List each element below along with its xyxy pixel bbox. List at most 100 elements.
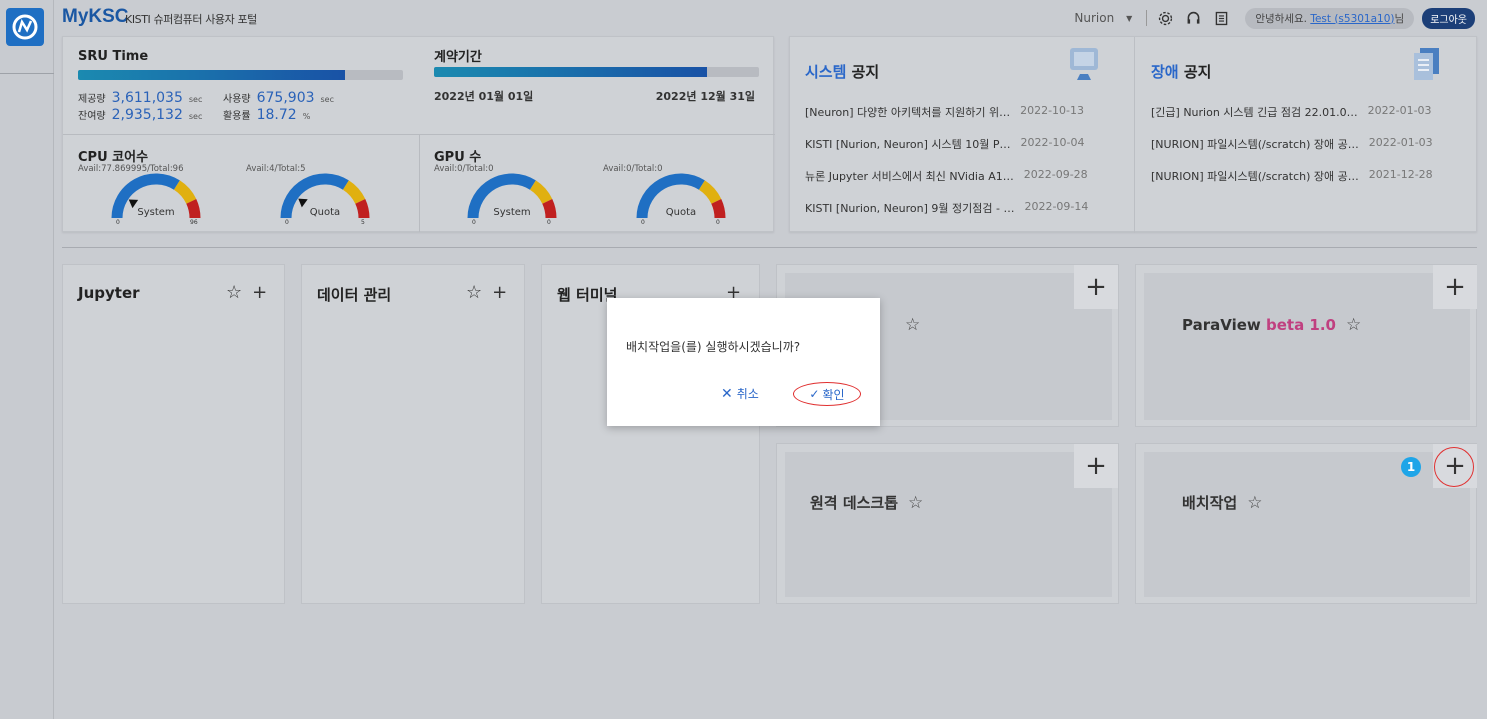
cpu-title: CPU 코어수 <box>78 150 149 165</box>
remote-desktop-inner: 원격 데스크톱 ☆ <box>785 452 1112 597</box>
gear-icon[interactable] <box>1155 8 1175 28</box>
user-greeting: 안녕하세요. Test (s5301a10)님 <box>1245 7 1415 29</box>
chevron-down-icon: ▼ <box>1126 13 1133 23</box>
gpu-title: GPU 수 <box>434 150 482 165</box>
remote-desktop-name: 원격 데스크톱 <box>810 494 899 512</box>
cpu-quota-min: 0 <box>285 219 289 226</box>
notice-item[interactable]: [Neuron] 다양한 아키텍처를 지원하기 위… 2022-10-13 <box>805 104 1125 120</box>
star-icon[interactable]: ☆ <box>466 282 482 303</box>
notice-item[interactable]: [NURION] 파일시스템(/scratch) 장애 공… 2021-12-28 <box>1151 168 1473 184</box>
batch-job-card[interactable]: 배치작업 ☆ + <box>1135 443 1477 604</box>
cancel-button[interactable]: ✕ 취소 <box>721 385 759 402</box>
headset-icon[interactable] <box>1183 8 1203 28</box>
star-icon[interactable]: ☆ <box>226 282 242 303</box>
contract-end: 2022년 12월 31일 <box>655 90 755 103</box>
left-rail <box>0 0 54 719</box>
notice-item-date: 2022-01-03 <box>1368 136 1433 149</box>
system-select-value: Nurion <box>1074 11 1115 25</box>
usage-rate-unit: % <box>302 112 311 121</box>
used-value: 675,903 <box>256 90 315 106</box>
jupyter-title: Jupyter <box>78 284 140 302</box>
paraview-beta-badge: beta 1.0 <box>1265 316 1336 334</box>
notice-item-title: [NURION] 파일시스템(/scratch) 장애 공… <box>1151 138 1359 151</box>
system-notice-title-highlight: 시스템 <box>805 63 847 81</box>
star-icon[interactable]: ☆ <box>1346 315 1361 335</box>
cpu-system-label: System <box>137 207 175 218</box>
notice-divider <box>1134 37 1135 233</box>
provided-unit: sec <box>188 95 203 104</box>
close-icon: ✕ <box>721 385 733 402</box>
notice-item[interactable]: 뉴론 Jupyter 서비스에서 최신 NVidia A1… 2022-09-28 <box>805 168 1125 184</box>
confirm-button[interactable]: ✓ 확인 <box>793 382 861 406</box>
gpu-quota-max: 0 <box>716 219 720 226</box>
gpu-system-max: 0 <box>547 219 551 226</box>
data-management-actions: ☆ + <box>466 282 507 303</box>
system-notice-title[interactable]: 시스템 공지 <box>805 61 879 82</box>
notice-item[interactable]: KISTI [Nurion, Neuron] 9월 정기점검 - … 2022-0… <box>805 200 1125 216</box>
notice-item-title: [NURION] 파일시스템(/scratch) 장애 공… <box>1151 170 1359 183</box>
system-notice-title-rest: 공지 <box>846 63 880 81</box>
remote-desktop-card[interactable]: 원격 데스크톱 ☆ + <box>776 443 1119 604</box>
plus-icon[interactable]: + <box>1074 265 1118 309</box>
notice-item[interactable]: [NURION] 파일시스템(/scratch) 장애 공… 2022-01-03 <box>1151 136 1473 152</box>
notice-item-date: 2022-01-03 <box>1367 104 1432 117</box>
app-logo-icon[interactable] <box>6 8 44 46</box>
logout-button[interactable]: 로그아웃 <box>1422 7 1475 29</box>
sru-progress-fill <box>78 70 345 80</box>
confirm-label: 확인 <box>822 387 845 402</box>
cpu-system-max: 96 <box>190 219 198 226</box>
gpu-system-gauge <box>466 172 558 230</box>
user-profile-link[interactable]: Test (s5301a10) <box>1310 13 1394 25</box>
notice-item-date: 2022-09-14 <box>1024 200 1089 213</box>
cancel-label: 취소 <box>736 387 759 401</box>
star-icon[interactable]: ☆ <box>905 315 920 335</box>
jupyter-actions: ☆ + <box>226 282 267 303</box>
brand-subtitle: KISTI 슈퍼컴퓨터 사용자 포털 <box>125 13 257 26</box>
notice-item[interactable]: [긴급] Nurion 시스템 긴급 점검 22.01.0… 2022-01-03 <box>1151 104 1473 120</box>
resource-panel: SRU Time 제공량 3,611,035 sec 사용량 675,903 s… <box>62 36 775 232</box>
greeting-prefix: 안녕하세요. <box>1255 12 1307 25</box>
star-icon[interactable]: ☆ <box>908 493 923 513</box>
confirm-dialog: 배치작업을(를) 실행하시겠습니까? ✕ 취소 ✓ 확인 <box>607 298 880 426</box>
cpu-quota-label: Quota <box>309 207 341 218</box>
contract-progress-bar <box>434 67 759 77</box>
batch-job-name: 배치작업 <box>1182 494 1238 512</box>
plus-icon[interactable]: + <box>252 282 267 303</box>
contract-progress-fill <box>434 67 707 77</box>
document-icon[interactable] <box>1211 8 1231 28</box>
confirm-message: 배치작업을(를) 실행하시겠습니까? <box>626 340 801 354</box>
fault-notice-title-highlight: 장애 <box>1151 63 1179 81</box>
notice-item[interactable]: KISTI [Nurion, Neuron] 시스템 10월 P… 2022-10… <box>805 136 1125 152</box>
contract-start: 2022년 01월 01일 <box>434 90 534 103</box>
plus-icon[interactable]: + <box>1433 265 1477 309</box>
data-management-card[interactable]: 데이터 관리 ☆ + <box>301 264 525 604</box>
notice-item-date: 2021-12-28 <box>1368 168 1433 181</box>
remaining-unit: sec <box>188 112 203 121</box>
jupyter-card[interactable]: Jupyter ☆ + <box>62 264 285 604</box>
system-select[interactable]: Nurion ▼ <box>1074 10 1148 26</box>
highlight-ring <box>1434 447 1474 487</box>
brand-logo[interactable]: MyKSC <box>62 6 129 28</box>
check-icon: ✓ <box>809 387 820 401</box>
notice-item-date: 2022-10-04 <box>1020 136 1085 149</box>
remaining-value: 2,935,132 <box>111 107 183 123</box>
fault-notice-title[interactable]: 장애 공지 <box>1151 61 1211 82</box>
plus-icon[interactable]: + <box>1074 444 1118 488</box>
star-icon[interactable]: ☆ <box>1247 493 1262 513</box>
contract-title: 계약기간 <box>434 50 482 65</box>
cpu-system-min: 0 <box>116 219 120 226</box>
plus-icon[interactable]: + <box>492 282 507 303</box>
panel-divider-vertical <box>419 134 420 232</box>
paraview-card[interactable]: ParaView beta 1.0 ☆ + <box>1135 264 1477 427</box>
used-unit: sec <box>320 95 335 104</box>
step-badge: 1 <box>1401 457 1421 477</box>
used-label: 사용량 <box>223 94 251 105</box>
usage-rate-value: 18.72 <box>256 107 297 123</box>
sru-remaining: 잔여량 2,935,132 sec <box>78 107 202 123</box>
top-bar-actions: Nurion ▼ 안녕하세요. Test (s5301a10)님 로그아웃 <box>1074 7 1475 29</box>
notice-panel: 시스템 공지 [Neuron] 다양한 아키텍처를 지원하기 위… 2022-10… <box>789 36 1477 233</box>
sru-title: SRU Time <box>78 49 149 64</box>
batch-job-inner: 배치작업 ☆ <box>1144 452 1470 597</box>
data-management-title: 데이터 관리 <box>317 286 392 304</box>
notice-item-title: KISTI [Nurion, Neuron] 시스템 10월 P… <box>805 138 1011 151</box>
